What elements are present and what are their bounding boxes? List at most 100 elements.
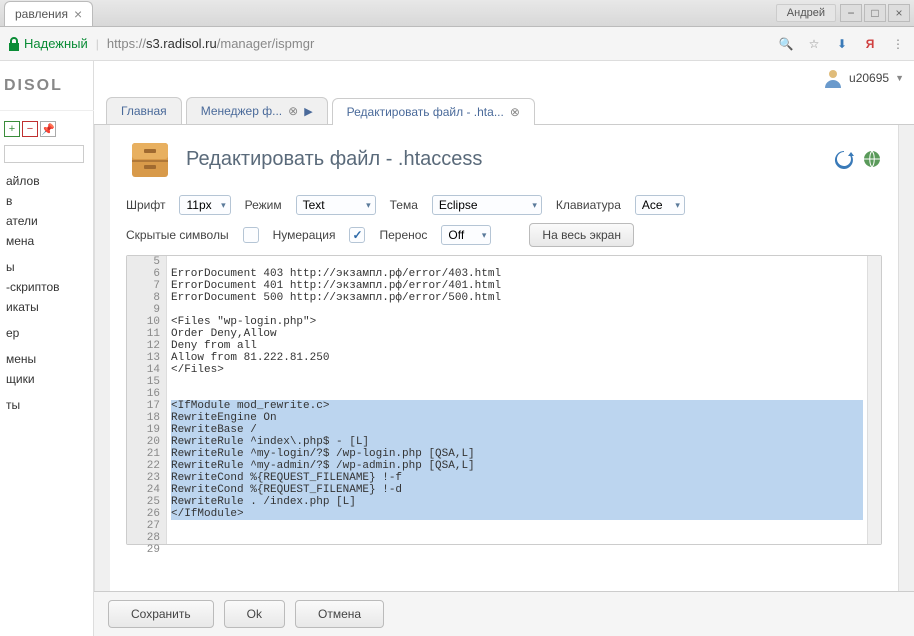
hidden-chars-checkbox[interactable] (243, 227, 259, 243)
ok-button[interactable]: Ok (224, 600, 285, 628)
font-label: Шрифт (126, 198, 165, 212)
code-line[interactable] (171, 256, 863, 268)
code-line[interactable]: RewriteRule . /index.php [L] (171, 496, 863, 508)
tab-label: Редактировать файл - .hta... (347, 105, 504, 119)
button-bar: Сохранить Ok Отмена (94, 591, 914, 636)
sidebar-item[interactable]: икаты (2, 297, 91, 317)
keyboard-label: Клавиатура (556, 198, 621, 212)
sidebar-item[interactable]: мены (2, 349, 91, 369)
mode-label: Режим (245, 198, 282, 212)
code-line[interactable]: <Files "wp-login.php"> (171, 316, 863, 328)
app-tab[interactable]: Редактировать файл - .hta... ⊗ (332, 98, 535, 125)
collapse-all-button[interactable]: − (22, 121, 38, 137)
keyboard-select[interactable]: Ace (635, 195, 685, 215)
code-line[interactable]: ErrorDocument 500 http://экзампл.рф/erro… (171, 292, 863, 304)
sidebar-filter-input[interactable] (4, 145, 84, 163)
code-line[interactable] (171, 304, 863, 316)
code-line[interactable] (171, 520, 863, 532)
close-button[interactable]: × (888, 4, 910, 22)
minimize-button[interactable]: − (840, 4, 862, 22)
browser-tab[interactable]: равления × (4, 1, 93, 26)
sidebar-item[interactable]: ы (2, 257, 91, 277)
sidebar-tree: айловвателимена ы-скриптовикаты ер меныщ… (0, 167, 93, 419)
expand-all-button[interactable]: + (4, 121, 20, 137)
code-line[interactable]: Allow from 81.222.81.250 (171, 352, 863, 364)
avatar-icon (823, 68, 843, 88)
logo: DISOL (0, 61, 94, 111)
divider: | (96, 37, 99, 51)
code-line[interactable]: RewriteBase / (171, 424, 863, 436)
scrollbar[interactable] (898, 125, 914, 591)
font-select[interactable]: 11px (179, 195, 230, 215)
user-block[interactable]: u20695 ▼ (823, 68, 904, 88)
download-icon[interactable]: ⬇ (834, 36, 850, 52)
pin-button[interactable]: 📌 (40, 121, 56, 137)
yandex-icon[interactable]: Я (862, 36, 878, 52)
wrap-label: Перенос (379, 228, 427, 242)
code-line[interactable]: </Files> (171, 364, 863, 376)
wrap-select[interactable]: Off (441, 225, 491, 245)
sidebar-item[interactable]: щики (2, 369, 91, 389)
controls-row-1: Шрифт 11px Режим Text Тема Eclipse Клави… (126, 195, 882, 215)
url-text[interactable]: https://s3.radisol.ru/manager/ispmgr (107, 36, 770, 51)
cancel-button[interactable]: Отмена (295, 600, 384, 628)
code-line[interactable]: RewriteRule ^my-login/?$ /wp-login.php [… (171, 448, 863, 460)
numbering-checkbox[interactable] (349, 227, 365, 243)
close-icon[interactable]: ⊗ (510, 105, 520, 119)
save-button[interactable]: Сохранить (108, 600, 214, 628)
app-tab[interactable]: Менеджер ф...⊗▶ (186, 97, 328, 124)
fullscreen-button[interactable]: На весь экран (529, 223, 634, 247)
code-line[interactable]: RewriteRule ^index\.php$ - [L] (171, 436, 863, 448)
code-line[interactable] (171, 376, 863, 388)
code-line[interactable]: Order Deny,Allow (171, 328, 863, 340)
main-header: u20695 ▼ (94, 61, 914, 95)
browser-tab-strip: равления × Андрей − □ × (0, 0, 914, 27)
editor-scrollbar[interactable] (867, 256, 881, 544)
tab-label: Главная (121, 104, 167, 118)
code-line[interactable]: ErrorDocument 403 http://экзампл.рф/erro… (171, 268, 863, 280)
secure-label: Надежный (8, 36, 88, 51)
code-line[interactable] (171, 532, 863, 544)
chevron-right-icon: ▶ (304, 105, 312, 118)
sidebar-item[interactable]: в (2, 191, 91, 211)
address-bar-icons: 🔍 ☆ ⬇ Я ⋮ (778, 36, 906, 52)
sidebar-item[interactable]: -скриптов (2, 277, 91, 297)
sidebar-item[interactable]: атели (2, 211, 91, 231)
browser-tab-title: равления (15, 7, 68, 21)
code-line[interactable]: </IfModule> (171, 508, 863, 520)
code-line[interactable]: Deny from all (171, 340, 863, 352)
globe-icon[interactable] (862, 149, 882, 169)
app-tab[interactable]: Главная (106, 97, 182, 124)
code-line[interactable]: RewriteEngine On (171, 412, 863, 424)
app-tabs: ГлавнаяМенеджер ф...⊗▶Редактировать файл… (94, 95, 914, 125)
code-line[interactable]: <IfModule mod_rewrite.c> (171, 400, 863, 412)
star-icon[interactable]: ☆ (806, 36, 822, 52)
code-line[interactable] (171, 388, 863, 400)
close-icon[interactable]: × (74, 6, 82, 22)
theme-select[interactable]: Eclipse (432, 195, 542, 215)
code-line[interactable]: ErrorDocument 401 http://экзампл.рф/erro… (171, 280, 863, 292)
close-icon[interactable]: ⊗ (288, 104, 298, 118)
scrollbar[interactable] (94, 125, 110, 591)
window-controls: − □ × (840, 4, 910, 22)
code-editor[interactable]: 5678910111213141516171819202122232425262… (126, 255, 882, 545)
sidebar-item[interactable]: айлов (2, 171, 91, 191)
title-row: Редактировать файл - .htaccess (126, 135, 882, 183)
theme-label: Тема (390, 198, 418, 212)
editor-gutter: 5678910111213141516171819202122232425262… (127, 256, 167, 544)
zoom-icon[interactable]: 🔍 (778, 36, 794, 52)
mode-select[interactable]: Text (296, 195, 376, 215)
code-line[interactable]: RewriteCond %{REQUEST_FILENAME} !-f (171, 472, 863, 484)
menu-icon[interactable]: ⋮ (890, 36, 906, 52)
username-label: u20695 (849, 71, 889, 85)
sidebar-item[interactable]: мена (2, 231, 91, 251)
chrome-user-badge[interactable]: Андрей (776, 4, 836, 22)
code-line[interactable]: RewriteCond %{REQUEST_FILENAME} !-d (171, 484, 863, 496)
sidebar-item[interactable]: ты (2, 395, 91, 415)
maximize-button[interactable]: □ (864, 4, 886, 22)
code-line[interactable]: RewriteRule ^my-admin/?$ /wp-admin.php [… (171, 460, 863, 472)
sidebar-item[interactable]: ер (2, 323, 91, 343)
refresh-icon[interactable] (834, 149, 854, 169)
editor-code[interactable]: ErrorDocument 403 http://экзампл.рф/erro… (167, 256, 867, 544)
content-area: Редактировать файл - .htaccess Шрифт 11p… (94, 125, 914, 591)
